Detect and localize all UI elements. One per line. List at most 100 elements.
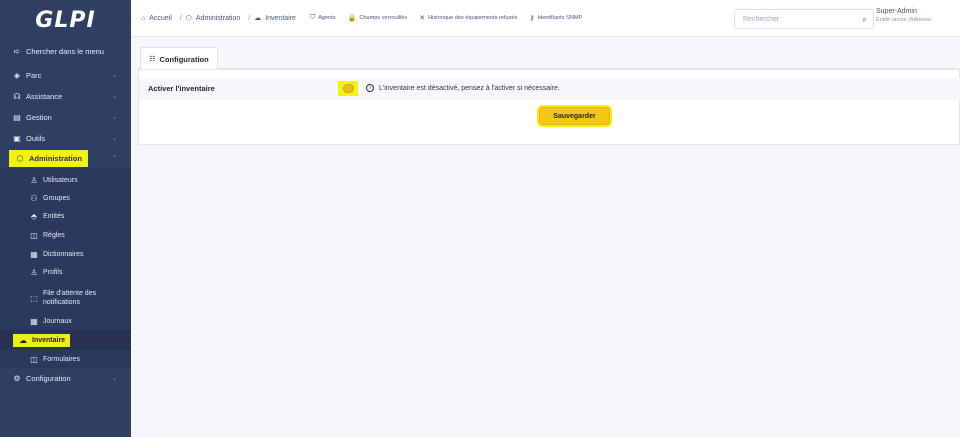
tab-label: Configuration [159,54,209,64]
key-icon: ⚷ [529,15,535,22]
sidebar-item-label-wrap: File d'attente des notifications [43,289,96,307]
sidebar-item-label: Outils [26,133,46,143]
sidebar-item-gestion[interactable]: ▤ Gestion ⌄ [0,107,131,127]
tab-bar: ☷ Configuration [138,47,960,70]
log-icon: ▦ [30,316,38,326]
save-button[interactable]: Sauvegarder [539,107,610,125]
breadcrumb-current[interactable]: Inventaire [265,15,296,22]
locked-fields-link[interactable]: 🔒 Champs verrouillés [348,14,408,22]
user-entity: Entité racine (Arboresc [876,17,932,23]
user-icon: ♙ [30,175,38,185]
sliders-icon: ☷ [149,56,156,63]
share-arrow-icon: ➪ [13,46,21,56]
sidebar-item-profils[interactable]: ♙ Profils [0,262,131,282]
user-menu[interactable]: Super-Admin Entité racine (Arboresc [876,8,932,23]
form-icon: ◫ [30,354,38,364]
sidebar-item-entites[interactable]: ⬘ Entités [0,206,131,226]
headset-icon: ☊ [13,91,21,101]
sidebar-item-outils[interactable]: ▣ Outils ⌄ [0,128,131,148]
parc-icon: ◈ [13,70,21,80]
sidebar-item-label: Configuration [26,373,71,383]
refused-history-label: Historique des équipements refusés [428,15,518,21]
sidebar-item-label: Journaux [43,317,72,325]
enable-inventory-row: Activer l'inventaire i L'inventaire est … [139,78,960,100]
users-icon: ⚇ [30,193,38,203]
sidebar-item-label: Groupes [43,194,70,202]
chevron-down-icon: ⌄ [111,375,117,382]
sidebar-item-label: Profils [43,268,63,276]
enable-inventory-toggle[interactable] [343,84,354,93]
breadcrumb-separator: / [179,14,182,22]
sidebar-item-regles[interactable]: ◫ Règles [0,225,131,245]
enable-inventory-label: Activer l'inventaire [148,84,215,93]
breadcrumb-home[interactable]: Accueil [149,15,172,22]
profile-icon: ♙ [30,267,38,277]
administration-highlight: ⬡ Administration [9,149,88,167]
user-name: Super-Admin [876,8,917,15]
wallet-icon: ▤ [13,112,21,122]
close-icon: ✕ [419,15,426,22]
agent-icon: ⛉ [309,14,316,21]
queue-icon: ⬚ [30,293,38,303]
sidebar-item-label: Inventaire [32,336,66,344]
lock-icon: 🔒 [347,15,357,22]
info-icon: i [366,84,374,92]
sidebar-item-formulaires[interactable]: ◫ Formulaires [0,349,131,369]
sidebar-item-inventaire[interactable]: ☁ Inventaire [0,330,131,350]
book-icon: ◫ [30,230,38,240]
sidebar-item-label: Dictionnaires [43,250,84,258]
configuration-panel: Activer l'inventaire i L'inventaire est … [138,69,960,145]
inventory-info-text: L'inventaire est désactivé, pensez à l'a… [379,84,560,92]
chevron-down-icon: ⌄ [111,114,117,121]
search-placeholder: Rechercher [743,15,780,23]
tab-configuration[interactable]: ☷ Configuration [140,47,218,70]
shield-icon: ⬡ [16,153,24,163]
chevron-down-icon: ⌄ [111,93,117,100]
briefcase-icon: ▣ [13,133,21,143]
chevron-down-icon: ⌄ [111,135,117,142]
agents-label: Agents [318,15,336,21]
gear-icon: ⚙ [13,373,21,383]
chevron-down-icon: ⌄ [111,72,117,79]
home-icon: ⌂ [141,14,146,22]
sidebar-item-configuration[interactable]: ⚙ Configuration ⌄ [0,368,131,388]
breadcrumb-separator: / [248,14,251,22]
snmp-credentials-label: Identifiants SNMP [537,15,583,21]
sidebar-item-label: Entités [43,212,65,220]
sidebar: GLPI ➪ Chercher dans le menu ◈ Parc ⌄ ☊ … [0,0,131,437]
locked-fields-label: Champs verrouillés [359,15,408,21]
refused-history-link[interactable]: ✕ Historique des équipements refusés [419,14,517,22]
entity-icon: ⬘ [30,211,38,221]
sidebar-item-label: Assistance [26,91,63,101]
quick-links: ⛉ Agents 🔒 Champs verrouillés ✕ Historiq… [310,14,594,22]
sidebar-item-groupes[interactable]: ⚇ Groupes [0,188,131,208]
dictionary-icon: ▦ [30,249,38,259]
glpi-logo[interactable]: GLPI [0,0,131,40]
sidebar-item-label: Règles [43,231,65,239]
shield-icon: ⬡ [185,15,192,22]
sidebar-item-administration[interactable]: ⬡ Administration ⌃ [0,148,131,168]
snmp-credentials-link[interactable]: ⚷ Identifiants SNMP [529,14,582,22]
sidebar-item-label: Parc [26,70,42,80]
sidebar-item-journaux[interactable]: ▦ Journaux [0,311,131,331]
sidebar-item-search-menu[interactable]: ➪ Chercher dans le menu [0,41,131,61]
cloud-icon: ☁ [254,15,262,22]
sidebar-item-label: File d'attente des [43,290,97,297]
inventory-info-message: i L'inventaire est désactivé, pensez à l… [366,84,560,92]
agents-link[interactable]: ⛉ Agents [310,14,336,22]
breadcrumb: ⌂ Accueil / ⬡ Administration / ☁ Inventa… [131,14,300,23]
sidebar-item-label: Formulaires [43,355,80,363]
sidebar-item-parc[interactable]: ◈ Parc ⌄ [0,65,131,85]
sidebar-item-notifications-queue[interactable]: ⬚ File d'attente des notifications [0,284,131,312]
sidebar-item-dictionnaires[interactable]: ▦ Dictionnaires [0,244,131,264]
sidebar-item-assistance[interactable]: ☊ Assistance ⌄ [0,86,131,106]
sidebar-item-label: Administration [29,153,82,163]
breadcrumb-administration[interactable]: Administration [196,15,240,22]
search-icon[interactable]: ⌕ [862,14,867,25]
search-input[interactable]: Rechercher ⌕ [734,9,874,29]
sidebar-item-label: Utilisateurs [43,176,78,184]
sidebar-item-label-line2: notifications [43,299,80,306]
sidebar-item-label: Gestion [26,112,52,122]
sidebar-item-utilisateurs[interactable]: ♙ Utilisateurs [0,170,131,190]
sidebar-item-label: Chercher dans le menu [26,46,104,56]
